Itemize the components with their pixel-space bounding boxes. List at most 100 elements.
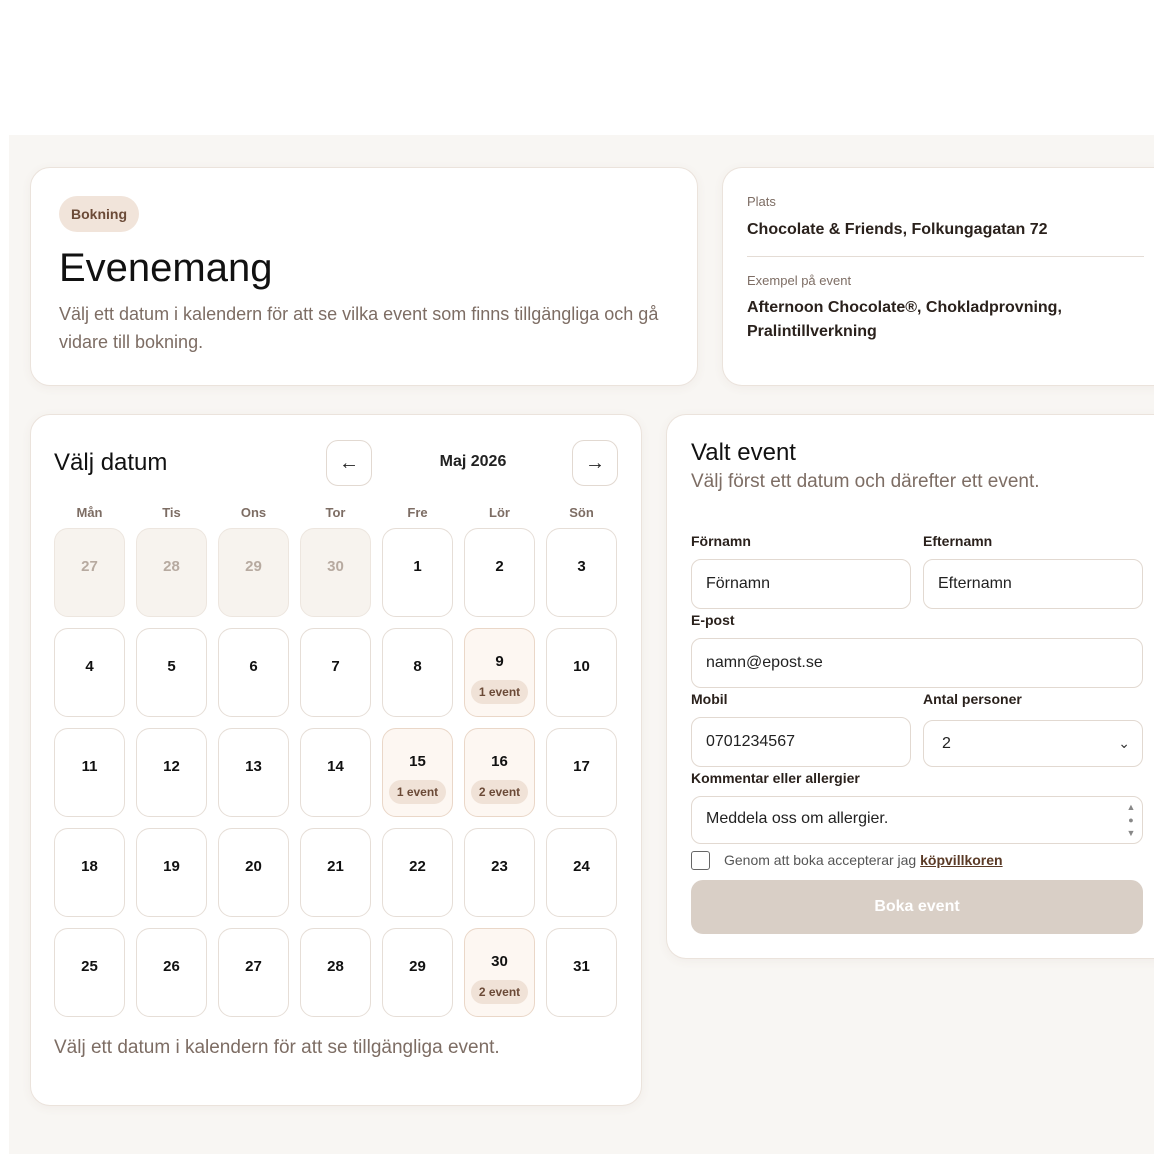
calendar-day-with-events[interactable]: 16 2 event — [464, 728, 535, 817]
calendar-day[interactable]: 12 — [136, 728, 207, 817]
calendar-day[interactable]: 29 — [382, 928, 453, 1017]
day-number: 22 — [409, 858, 426, 875]
mobile-input[interactable]: 0701234567 — [691, 717, 911, 767]
textarea-scrollbar[interactable]: ▲ ● ▼ — [1126, 801, 1136, 843]
weekday-label: Tor — [325, 505, 346, 520]
calendar-day[interactable]: 3 — [546, 528, 617, 617]
day-number: 5 — [167, 658, 176, 675]
calendar-day[interactable]: 24 — [546, 828, 617, 917]
calendar-day-outside-month: 27 — [54, 528, 125, 617]
prev-month-button[interactable]: ← — [326, 440, 372, 486]
terms-checkbox[interactable] — [691, 851, 710, 870]
example-value: Afternoon Chocolate®, Chokladprovning, P… — [747, 299, 1062, 340]
first-name-input[interactable]: Förnamn — [691, 559, 911, 609]
calendar-day[interactable]: 20 — [218, 828, 289, 917]
comment-textarea[interactable]: Meddela oss om allergier. ▲ ● ▼ — [691, 796, 1143, 844]
weekday-label: Fre — [407, 505, 428, 520]
intro-card: Bokning Evenemang Välj ett datum i kalen… — [30, 167, 698, 386]
day-number: 31 — [573, 958, 590, 975]
place-value: Chocolate & Friends, Folkungagatan 72 — [747, 221, 1048, 238]
calendar-day[interactable]: 14 — [300, 728, 371, 817]
email-input[interactable]: namn@epost.se — [691, 638, 1143, 688]
weekday-label: Ons — [240, 505, 267, 520]
day-number: 4 — [85, 658, 94, 675]
calendar-day[interactable]: 27 — [218, 928, 289, 1017]
info-divider — [747, 256, 1144, 257]
day-number: 23 — [491, 858, 508, 875]
calendar-day[interactable]: 11 — [54, 728, 125, 817]
event-count-badge: 1 event — [388, 780, 447, 804]
selected-event-title: Valt event — [691, 439, 796, 466]
calendar-day[interactable]: 18 — [54, 828, 125, 917]
day-number: 18 — [81, 858, 98, 875]
book-event-button[interactable]: Boka event — [691, 880, 1143, 934]
month-label: Maj 2026 — [439, 453, 507, 470]
day-number: 15 — [409, 753, 426, 770]
calendar-day[interactable]: 4 — [54, 628, 125, 717]
calendar-card: Välj datum ← Maj 2026 → Mån Tis Ons Tor Fre L… — [30, 414, 642, 1106]
intro-description: Välj ett datum i kalendern för att se vi… — [59, 304, 659, 352]
example-label: Exempel på event — [747, 273, 852, 288]
place-label: Plats — [747, 194, 776, 209]
calendar-day[interactable]: 2 — [464, 528, 535, 617]
calendar-day-outside-month: 30 — [300, 528, 371, 617]
calendar-day[interactable]: 10 — [546, 628, 617, 717]
mobile-label: Mobil — [691, 691, 728, 707]
day-number: 19 — [163, 858, 180, 875]
calendar-day[interactable]: 13 — [218, 728, 289, 817]
calendar-day[interactable]: 6 — [218, 628, 289, 717]
calendar-day[interactable]: 5 — [136, 628, 207, 717]
day-number: 2 — [495, 558, 504, 575]
calendar-day[interactable]: 31 — [546, 928, 617, 1017]
weekday-label: Lör — [489, 505, 510, 520]
day-number: 11 — [81, 758, 98, 775]
day-number: 12 — [163, 758, 180, 775]
calendar-day-with-events[interactable]: 9 1 event — [464, 628, 535, 717]
first-name-label: Förnamn — [691, 533, 751, 549]
day-number: 21 — [327, 858, 344, 875]
calendar-day[interactable]: 8 — [382, 628, 453, 717]
calendar-day[interactable]: 26 — [136, 928, 207, 1017]
day-number: 20 — [245, 858, 262, 875]
weekday-label: Sön — [569, 505, 594, 520]
calendar-day-with-events[interactable]: 15 1 event — [382, 728, 453, 817]
chevron-down-icon: ⌄ — [1118, 735, 1130, 751]
weekday-label: Tis — [162, 505, 181, 520]
day-number: 30 — [327, 558, 344, 575]
next-month-button[interactable]: → — [572, 440, 618, 486]
arrow-right-icon: → — [585, 452, 605, 474]
day-number: 29 — [245, 558, 262, 575]
calendar-day[interactable]: 17 — [546, 728, 617, 817]
calendar-day[interactable]: 23 — [464, 828, 535, 917]
calendar-day[interactable]: 19 — [136, 828, 207, 917]
calendar-day[interactable]: 7 — [300, 628, 371, 717]
day-number: 1 — [413, 558, 422, 575]
calendar-day[interactable]: 1 — [382, 528, 453, 617]
terms-link[interactable]: köpvillkoren — [920, 852, 1002, 868]
persons-select[interactable]: 2 ⌄ — [923, 720, 1143, 767]
calendar-day[interactable]: 25 — [54, 928, 125, 1017]
email-label: E-post — [691, 612, 735, 628]
calendar-day[interactable]: 28 — [300, 928, 371, 1017]
calendar-day-with-events[interactable]: 30 2 event — [464, 928, 535, 1017]
persons-label: Antal personer — [923, 691, 1022, 707]
day-number: 26 — [163, 958, 180, 975]
calendar-day[interactable]: 21 — [300, 828, 371, 917]
day-number: 29 — [409, 958, 426, 975]
day-number: 17 — [573, 758, 590, 775]
calendar-day[interactable]: 22 — [382, 828, 453, 917]
terms-text: Genom att boka accepterar jag köpvillkor… — [724, 852, 1003, 868]
terms-label: Genom att boka accepterar jag — [724, 852, 917, 868]
event-count-badge: 1 event — [470, 680, 529, 704]
booking-form-card: Valt event Välj först ett datum och däre… — [666, 414, 1154, 959]
arrow-left-icon: ← — [339, 452, 359, 474]
day-number: 16 — [491, 753, 508, 770]
day-number: 28 — [327, 958, 344, 975]
last-name-input[interactable]: Efternamn — [923, 559, 1143, 609]
day-number: 28 — [163, 558, 180, 575]
day-number: 8 — [413, 658, 422, 675]
event-count-badge: 2 event — [470, 780, 529, 804]
weekday-label: Mån — [76, 505, 103, 520]
info-card: Plats Chocolate & Friends, Folkungagatan… — [722, 167, 1154, 386]
day-number: 3 — [577, 558, 586, 575]
